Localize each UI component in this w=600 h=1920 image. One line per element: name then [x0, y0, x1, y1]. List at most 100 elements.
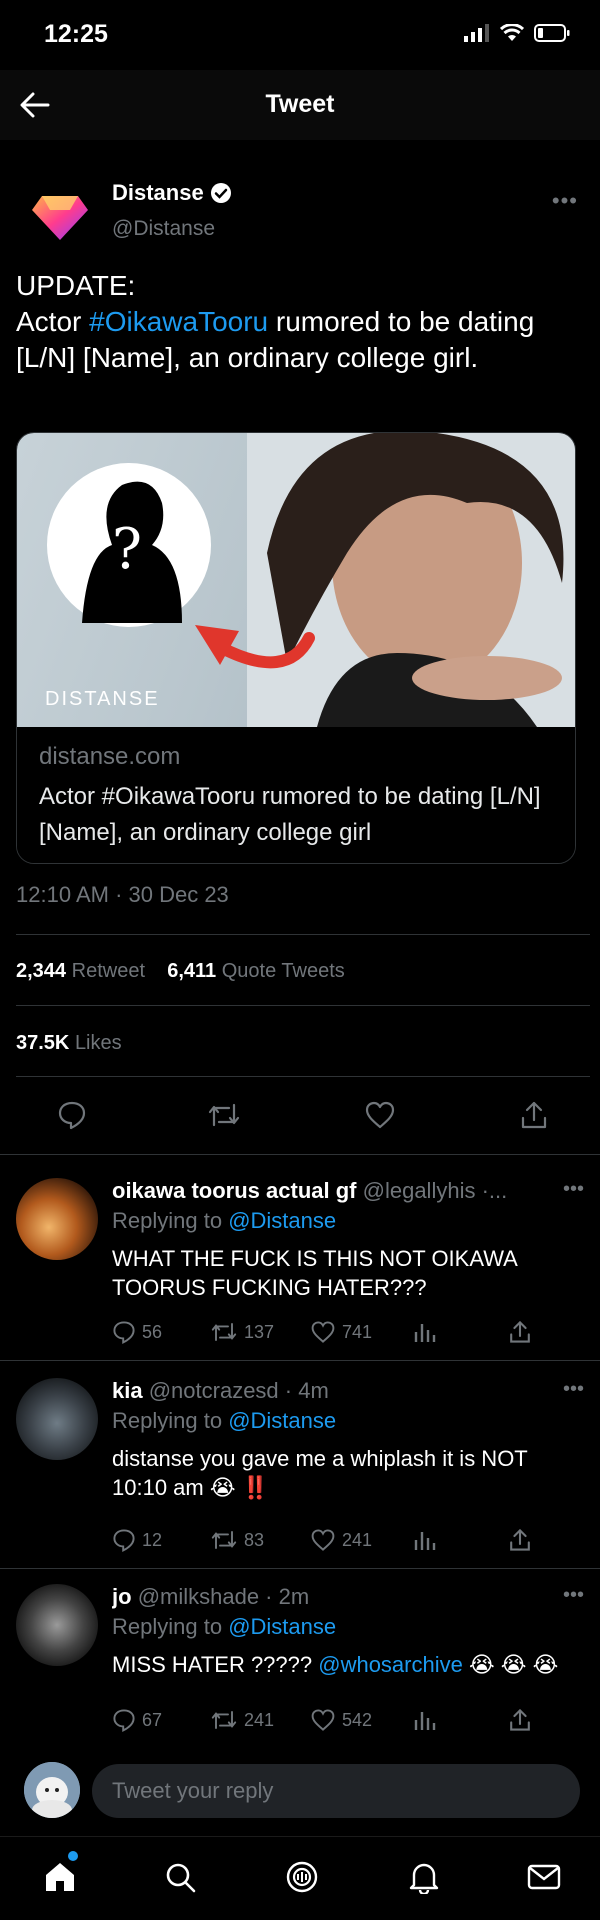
reply-text: MISS HATER ????? @whosarchive 😭 😭 😭 [112, 1650, 572, 1679]
link-preview-card[interactable]: ? DISTANSE distanse.com Actor #OikawaToo… [16, 432, 576, 864]
divider [16, 1005, 590, 1006]
reply-handle-time: @legallyhis ·... [362, 1178, 508, 1203]
nav-home[interactable] [38, 1855, 82, 1899]
reply-button[interactable]: 56 [112, 1320, 162, 1344]
search-icon [166, 1863, 196, 1893]
card-image-illustration: ? DISTANSE [45, 433, 575, 727]
retweet-button[interactable]: 137 [210, 1320, 274, 1344]
like-count: 542 [342, 1709, 373, 1730]
reply-text-body: distanse you gave me a whiplash it is NO… [112, 1446, 528, 1500]
tweet-timestamp: 12:10 AM · 30 Dec 23 [16, 882, 229, 907]
replying-to-link[interactable]: @Distanse [228, 1408, 336, 1433]
like-button[interactable]: 241 [310, 1528, 372, 1552]
reply-handle-time: @notcrazesd · 4m [148, 1378, 329, 1403]
avatar[interactable] [16, 1584, 98, 1666]
mention-link[interactable]: @whosarchive [318, 1652, 463, 1677]
status-bar: 12:25 [0, 0, 600, 70]
more-options-icon[interactable]: ••• [552, 188, 578, 214]
card-domain: distanse.com [39, 743, 181, 770]
likes-label: Likes [74, 1032, 122, 1054]
reply-input[interactable] [92, 1764, 580, 1818]
card-image: ? DISTANSE [17, 433, 575, 727]
reply-count: 56 [142, 1321, 163, 1342]
home-icon [46, 1863, 74, 1891]
retweet-stats: 2,344 Retweet 6,411 Quote Tweets [16, 960, 345, 983]
page-title: Tweet [265, 90, 335, 118]
likes-stats[interactable]: 37.5K Likes [16, 1032, 122, 1055]
heart-icon [365, 1101, 395, 1129]
analytics-button[interactable] [412, 1320, 436, 1344]
reply-author-name[interactable]: jo [112, 1584, 132, 1609]
reply-header: kia @notcrazesd · 4m [112, 1378, 552, 1404]
reply-text: WHAT THE FUCK IS THIS NOT OIKAWA TOORUS … [112, 1246, 517, 1300]
share-icon [510, 1708, 530, 1731]
analytics-button[interactable] [412, 1528, 436, 1552]
reply-header: oikawa toorus actual gf @legallyhis ·... [112, 1178, 552, 1204]
share-icon [510, 1320, 530, 1343]
share-button[interactable] [508, 1528, 532, 1552]
like-button[interactable] [360, 1095, 400, 1135]
tweet-actions [0, 1090, 600, 1140]
reply-header: jo @milkshade · 2m [112, 1584, 552, 1610]
quote-label: Quote Tweets [221, 960, 345, 982]
reply-text-body: MISS HATER ????? [112, 1652, 319, 1677]
reply-author-name[interactable]: kia [112, 1378, 143, 1403]
nav-notifications[interactable] [402, 1855, 446, 1899]
replying-to-link[interactable]: @Distanse [228, 1614, 336, 1639]
heart-icon [311, 1709, 335, 1731]
analytics-icon [414, 1532, 436, 1550]
reply-item[interactable]: kia @notcrazesd · 4m ••• Replying to @Di… [0, 1378, 600, 1558]
more-options-icon[interactable]: ••• [563, 1178, 584, 1201]
status-icons [464, 24, 570, 42]
replying-prefix: Replying to [112, 1208, 229, 1233]
reply-button[interactable] [52, 1095, 92, 1135]
like-count: 241 [342, 1529, 373, 1550]
quote-count-link[interactable]: 6,411 Quote Tweets [167, 960, 345, 982]
like-count: 741 [342, 1321, 373, 1342]
analytics-button[interactable] [412, 1708, 436, 1732]
notification-dot [68, 1851, 78, 1861]
nav-messages[interactable] [522, 1855, 566, 1899]
my-avatar[interactable] [24, 1762, 80, 1818]
author-handle[interactable]: @Distanse [112, 217, 215, 241]
replying-to-link[interactable]: @Distanse [228, 1208, 336, 1233]
author-name[interactable]: Distanse [112, 180, 232, 206]
nav-search[interactable] [158, 1855, 202, 1899]
tweet-author[interactable]: Distanse @Distanse ••• [16, 172, 584, 252]
retweet-button[interactable] [204, 1095, 244, 1135]
share-button[interactable] [508, 1320, 532, 1344]
retweet-count: 137 [244, 1321, 275, 1342]
retweet-button[interactable]: 241 [210, 1708, 274, 1732]
comment-icon [58, 1101, 86, 1130]
reply-text-emphasis: ‼️ [241, 1475, 270, 1500]
avatar[interactable] [16, 1378, 98, 1460]
share-button[interactable] [514, 1095, 554, 1135]
reply-author-name[interactable]: oikawa toorus actual gf [112, 1178, 357, 1203]
analytics-icon [414, 1712, 436, 1730]
status-time: 12:25 [44, 20, 108, 48]
divider [16, 1076, 590, 1077]
replying-to: Replying to @Distanse [112, 1208, 336, 1234]
reply-actions: 67 241 542 [112, 1708, 552, 1738]
reply-count: 12 [142, 1529, 163, 1550]
card-meta: distanse.com Actor #OikawaTooru rumored … [17, 727, 575, 863]
share-button[interactable] [508, 1708, 532, 1732]
retweet-button[interactable]: 83 [210, 1528, 264, 1552]
replying-prefix: Replying to [112, 1614, 229, 1639]
retweet-count: 2,344 [16, 960, 67, 982]
heart-icon [311, 1529, 335, 1551]
like-button[interactable]: 741 [310, 1320, 372, 1344]
reply-item[interactable]: jo @milkshade · 2m ••• Replying to @Dist… [0, 1584, 600, 1744]
reply-item[interactable]: oikawa toorus actual gf @legallyhis ·...… [0, 1178, 600, 1358]
avatar[interactable] [16, 1178, 98, 1260]
reply-button[interactable]: 67 [112, 1708, 162, 1732]
nav-spaces[interactable] [280, 1855, 324, 1899]
share-icon [510, 1528, 530, 1551]
retweet-count-link[interactable]: 2,344 Retweet [16, 960, 145, 982]
like-button[interactable]: 542 [310, 1708, 372, 1732]
hashtag-link[interactable]: #OikawaTooru [89, 306, 268, 337]
more-options-icon[interactable]: ••• [563, 1378, 584, 1401]
top-nav-bar: Tweet [0, 70, 600, 140]
more-options-icon[interactable]: ••• [563, 1584, 584, 1607]
reply-button[interactable]: 12 [112, 1528, 162, 1552]
